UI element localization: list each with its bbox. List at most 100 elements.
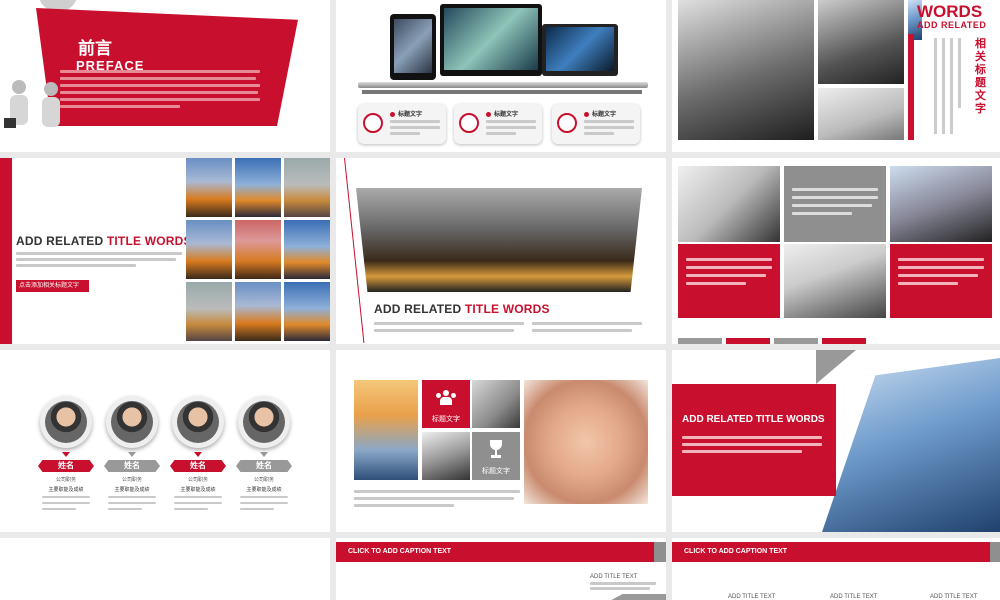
add-title-button[interactable]: 点击添加相关标题文字 bbox=[16, 280, 89, 292]
caption-bar: CLICK TO ADD CAPTION TEXT bbox=[672, 542, 990, 562]
pointer-triangle-icon bbox=[62, 452, 70, 457]
cup-icon bbox=[557, 113, 577, 133]
caption-bar: CLICK TO ADD CAPTION TEXT bbox=[336, 542, 654, 562]
slide-collage[interactable]: 标题文字 标题文字 bbox=[336, 350, 666, 532]
feature-card[interactable]: 标题文字 bbox=[358, 104, 446, 144]
left-red-strip bbox=[0, 158, 12, 344]
tile-label: 标题文字 bbox=[482, 468, 510, 475]
slide-city-grid[interactable]: ADD RELATED TITLE WORDS 点击添加相关标题文字 bbox=[0, 158, 330, 344]
team-icon-tile[interactable]: 标题文字 bbox=[422, 380, 470, 428]
slide-devices[interactable]: 标题文字 标题文字 标题文字 bbox=[336, 0, 666, 152]
tile-label: 标题文字 bbox=[432, 416, 460, 423]
office-photo-small bbox=[472, 380, 520, 428]
member-name-badge: 姓名 bbox=[236, 460, 292, 472]
slide-caption-b[interactable]: CLICK TO ADD CAPTION TEXT ADD TITLE TEXT… bbox=[672, 538, 1000, 600]
slide-skyscraper[interactable]: ADD RELATED TITLE WORDS bbox=[672, 350, 1000, 532]
grey-triangle-decoration bbox=[816, 350, 856, 384]
slide-city-highway[interactable]: ADD RELATED TITLE WORDS bbox=[336, 158, 666, 344]
slide-office-grid[interactable] bbox=[672, 158, 1000, 344]
add-related-subtitle: ADD RELATED bbox=[917, 20, 987, 30]
member-role: 公司职务 bbox=[121, 477, 142, 483]
add-title-text-2: ADD TITLE TEXT bbox=[830, 594, 878, 600]
bullet-icon bbox=[390, 112, 395, 117]
photo-team-meeting bbox=[890, 166, 992, 242]
member-description: 主要职能及成绩 bbox=[48, 487, 84, 493]
skyscraper-photo bbox=[822, 358, 1000, 532]
bottom-bar-segments bbox=[678, 338, 992, 344]
member-description: 主要职能及成绩 bbox=[180, 487, 216, 493]
avatar bbox=[238, 396, 290, 448]
slide-title: ADD RELATED TITLE WORDS bbox=[682, 414, 825, 425]
bullet-icon bbox=[584, 112, 589, 117]
bullet-icon bbox=[486, 112, 491, 117]
pointer-triangle-icon bbox=[260, 452, 268, 457]
caption-bar-grey-cap bbox=[654, 542, 666, 562]
group-photo-small bbox=[422, 432, 470, 480]
tablet-device-icon bbox=[390, 14, 436, 80]
slide-business-team[interactable]: WORDS ADD RELATED 相关标题文字 bbox=[672, 0, 1000, 152]
slide-preface[interactable]: 前言 PREFACE bbox=[0, 0, 330, 152]
feature-card[interactable]: 标题文字 bbox=[454, 104, 542, 144]
people-icon bbox=[436, 390, 456, 406]
title-red-part: TITLE WORDS bbox=[106, 234, 192, 248]
city-photo bbox=[284, 220, 330, 279]
add-title-text: ADD TITLE TEXT bbox=[590, 574, 638, 580]
team-member-card[interactable]: 姓名 公司职务 主要职能及成绩 bbox=[170, 396, 226, 526]
photo-man-laptop bbox=[818, 0, 904, 84]
city-photo bbox=[186, 220, 232, 279]
slide-team-members[interactable]: 姓名 公司职务 主要职能及成绩 姓名 公司职务 主要职能及成绩 姓名 公司职务 主要职能及成绩姓… bbox=[0, 350, 330, 532]
body-text bbox=[374, 322, 524, 336]
caption-bar-grey-cap bbox=[990, 542, 1000, 562]
title-black-part: ADD RELATED bbox=[374, 302, 465, 316]
city-photo bbox=[284, 158, 330, 217]
title-red-part: TITLE WORDS bbox=[464, 302, 550, 316]
red-text-panel-left bbox=[678, 244, 780, 318]
laptop-device-icon bbox=[542, 24, 618, 76]
body-text bbox=[590, 582, 656, 596]
diagonal-line bbox=[344, 158, 365, 344]
body-text bbox=[16, 252, 182, 272]
body-text bbox=[354, 490, 520, 510]
body-text-right bbox=[532, 322, 642, 336]
city-photo bbox=[235, 158, 281, 217]
team-photo bbox=[678, 0, 814, 140]
slide-blank[interactable] bbox=[0, 538, 330, 600]
add-title-text-3: ADD TITLE TEXT bbox=[930, 594, 978, 600]
pin-icon bbox=[363, 113, 383, 133]
vertical-cn-title: 相关标题文字 bbox=[975, 38, 986, 115]
slide-title: ADD RELATED TITLE WORDS bbox=[16, 234, 192, 248]
preface-title-cn: 前言 bbox=[78, 39, 112, 58]
device-shelf bbox=[358, 82, 648, 88]
avatar bbox=[40, 396, 92, 448]
hands-together-photo bbox=[524, 380, 648, 504]
member-description: 主要职能及成绩 bbox=[246, 487, 282, 493]
highway-photo bbox=[356, 188, 642, 292]
avatar bbox=[172, 396, 224, 448]
words-title: WORDS bbox=[917, 2, 983, 21]
photo-woman-portrait bbox=[784, 244, 886, 318]
team-member-card[interactable]: 姓名公司职务主要职能及成绩 bbox=[104, 396, 160, 526]
city-photo bbox=[186, 158, 232, 217]
slide-caption-a[interactable]: CLICK TO ADD CAPTION TEXT ADD TITLE TEXT bbox=[336, 538, 666, 600]
team-member-card[interactable]: 姓名 公司职务 主要职能及成绩 bbox=[38, 396, 94, 526]
slide-title: ADD RELATED TITLE WORDS bbox=[374, 302, 550, 316]
photo-woman-desk bbox=[818, 88, 904, 140]
city-photo bbox=[235, 282, 281, 341]
feature-card[interactable]: 标题文字 bbox=[552, 104, 640, 144]
member-description: 主要职能及成绩 bbox=[114, 487, 150, 493]
red-text-panel-right bbox=[890, 244, 992, 318]
photo-handshake-desk bbox=[678, 166, 780, 242]
member-name-badge: 姓名 bbox=[38, 460, 94, 472]
card-label: 标题文字 bbox=[398, 112, 423, 118]
device-shelf-shadow bbox=[362, 90, 642, 94]
card-label: 标题文字 bbox=[592, 112, 617, 118]
trophy-icon-tile[interactable]: 标题文字 bbox=[472, 432, 520, 480]
member-role: 公司职务 bbox=[253, 477, 274, 483]
pointer-triangle-icon bbox=[194, 452, 202, 457]
vertical-body-text bbox=[934, 38, 970, 138]
team-member-card[interactable]: 姓名公司职务主要职能及成绩 bbox=[236, 396, 292, 526]
member-name-badge: 姓名 bbox=[104, 460, 160, 472]
grey-text-panel bbox=[784, 166, 886, 242]
preface-body-text bbox=[60, 70, 260, 114]
avatar bbox=[106, 396, 158, 448]
